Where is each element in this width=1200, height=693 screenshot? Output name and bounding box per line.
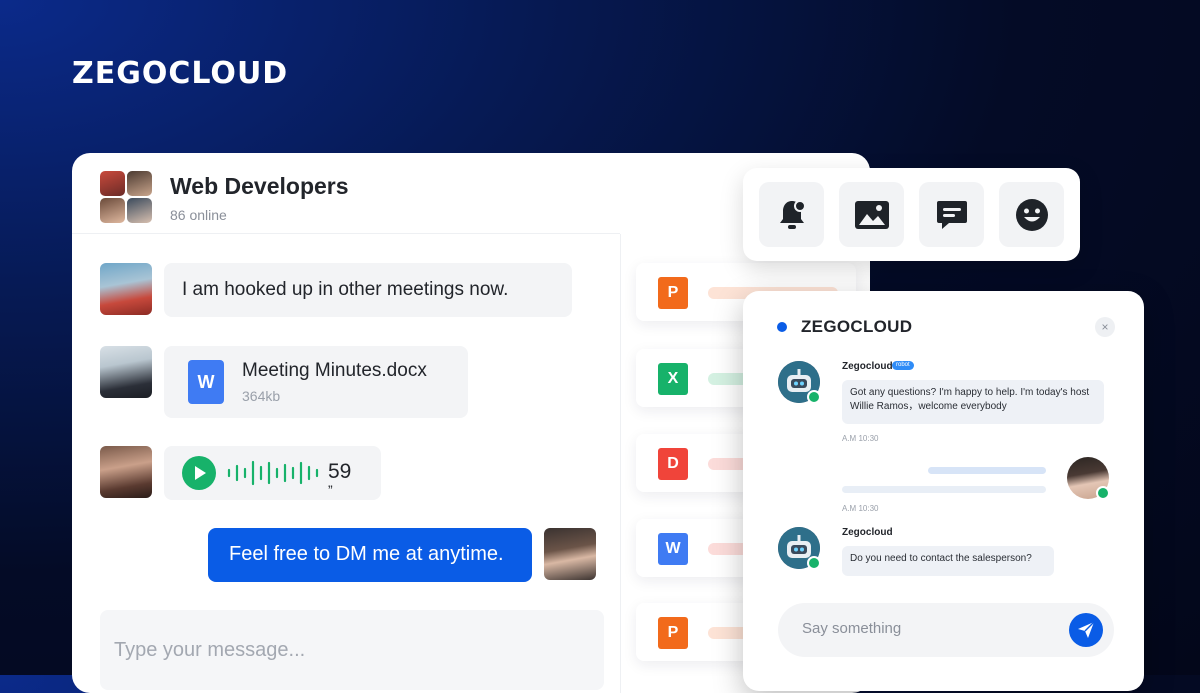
- typing-placeholder-bar: [842, 486, 1046, 493]
- word-file-icon: W: [658, 533, 688, 565]
- online-indicator: [1096, 486, 1110, 500]
- support-chat-widget: ZEGOCLOUD × Zegocloud robot Got any ques…: [743, 291, 1144, 691]
- robot-badge: robot: [892, 361, 914, 370]
- avatar[interactable]: [100, 263, 152, 315]
- brand-logo: ZEGOCLOUD: [72, 56, 289, 91]
- message-time: A.M 10:30: [842, 434, 879, 443]
- status-dot: [777, 322, 787, 332]
- emoji-icon: [1015, 198, 1048, 231]
- bot-message: Got any questions? I'm happy to help. I'…: [842, 380, 1104, 424]
- widget-title: ZEGOCLOUD: [801, 317, 913, 336]
- notification-button[interactable]: [759, 182, 824, 247]
- online-indicator: [807, 556, 821, 570]
- text-message: I am hooked up in other meetings now.: [164, 263, 572, 317]
- duration-unit: ”: [328, 482, 333, 498]
- play-icon[interactable]: [182, 456, 216, 490]
- excel-file-icon: X: [658, 363, 688, 395]
- file-size: 364kb: [242, 388, 281, 404]
- image-button[interactable]: [839, 182, 904, 247]
- voice-duration: 59: [328, 460, 352, 483]
- file-message[interactable]: W Meeting Minutes.docx 364kb: [164, 346, 468, 418]
- feature-toolbar: [743, 168, 1080, 261]
- image-icon: [854, 200, 889, 229]
- group-title: Web Developers: [170, 173, 349, 199]
- group-avatar: [100, 171, 152, 223]
- bot-avatar: [778, 361, 821, 404]
- online-indicator: [807, 390, 821, 404]
- message-text: Feel free to DM me at anytime.: [229, 543, 504, 565]
- file-name: Meeting Minutes.docx: [242, 360, 427, 381]
- user-avatar: [1067, 457, 1110, 500]
- send-icon: [1078, 621, 1095, 638]
- avatar[interactable]: [100, 446, 152, 498]
- voice-message: 59 ”: [164, 446, 381, 500]
- message-input[interactable]: [100, 610, 604, 690]
- message-list: I am hooked up in other meetings now. W …: [72, 234, 620, 693]
- online-count: 86 online: [170, 207, 227, 223]
- message-icon: [936, 200, 967, 229]
- column-divider: [620, 234, 621, 693]
- ppt-file-icon: P: [658, 617, 688, 649]
- avatar[interactable]: [100, 346, 152, 398]
- bot-message: Do you need to contact the salesperson?: [842, 546, 1054, 576]
- widget-input-bar: [778, 603, 1114, 657]
- bot-name: Zegocloud: [842, 527, 893, 538]
- ppt-file-icon: P: [658, 277, 688, 309]
- outgoing-message: Feel free to DM me at anytime.: [208, 528, 532, 582]
- message-time: A.M 10:30: [842, 504, 879, 513]
- my-avatar[interactable]: [544, 528, 596, 580]
- chat-header: Web Developers 86 online: [72, 153, 620, 234]
- pdf-file-icon: D: [658, 448, 688, 480]
- close-icon[interactable]: ×: [1095, 317, 1115, 337]
- emoji-button[interactable]: [999, 182, 1064, 247]
- typing-placeholder-bar: [928, 467, 1046, 474]
- word-file-icon: W: [188, 360, 224, 404]
- waveform-icon: [227, 460, 319, 486]
- bot-avatar: [778, 527, 821, 570]
- say-something-input[interactable]: [800, 619, 1044, 638]
- send-button[interactable]: [1069, 613, 1103, 647]
- message-text: I am hooked up in other meetings now.: [182, 279, 509, 300]
- bot-name: Zegocloud: [842, 361, 893, 372]
- message-button[interactable]: [919, 182, 984, 247]
- bell-icon: [779, 199, 806, 229]
